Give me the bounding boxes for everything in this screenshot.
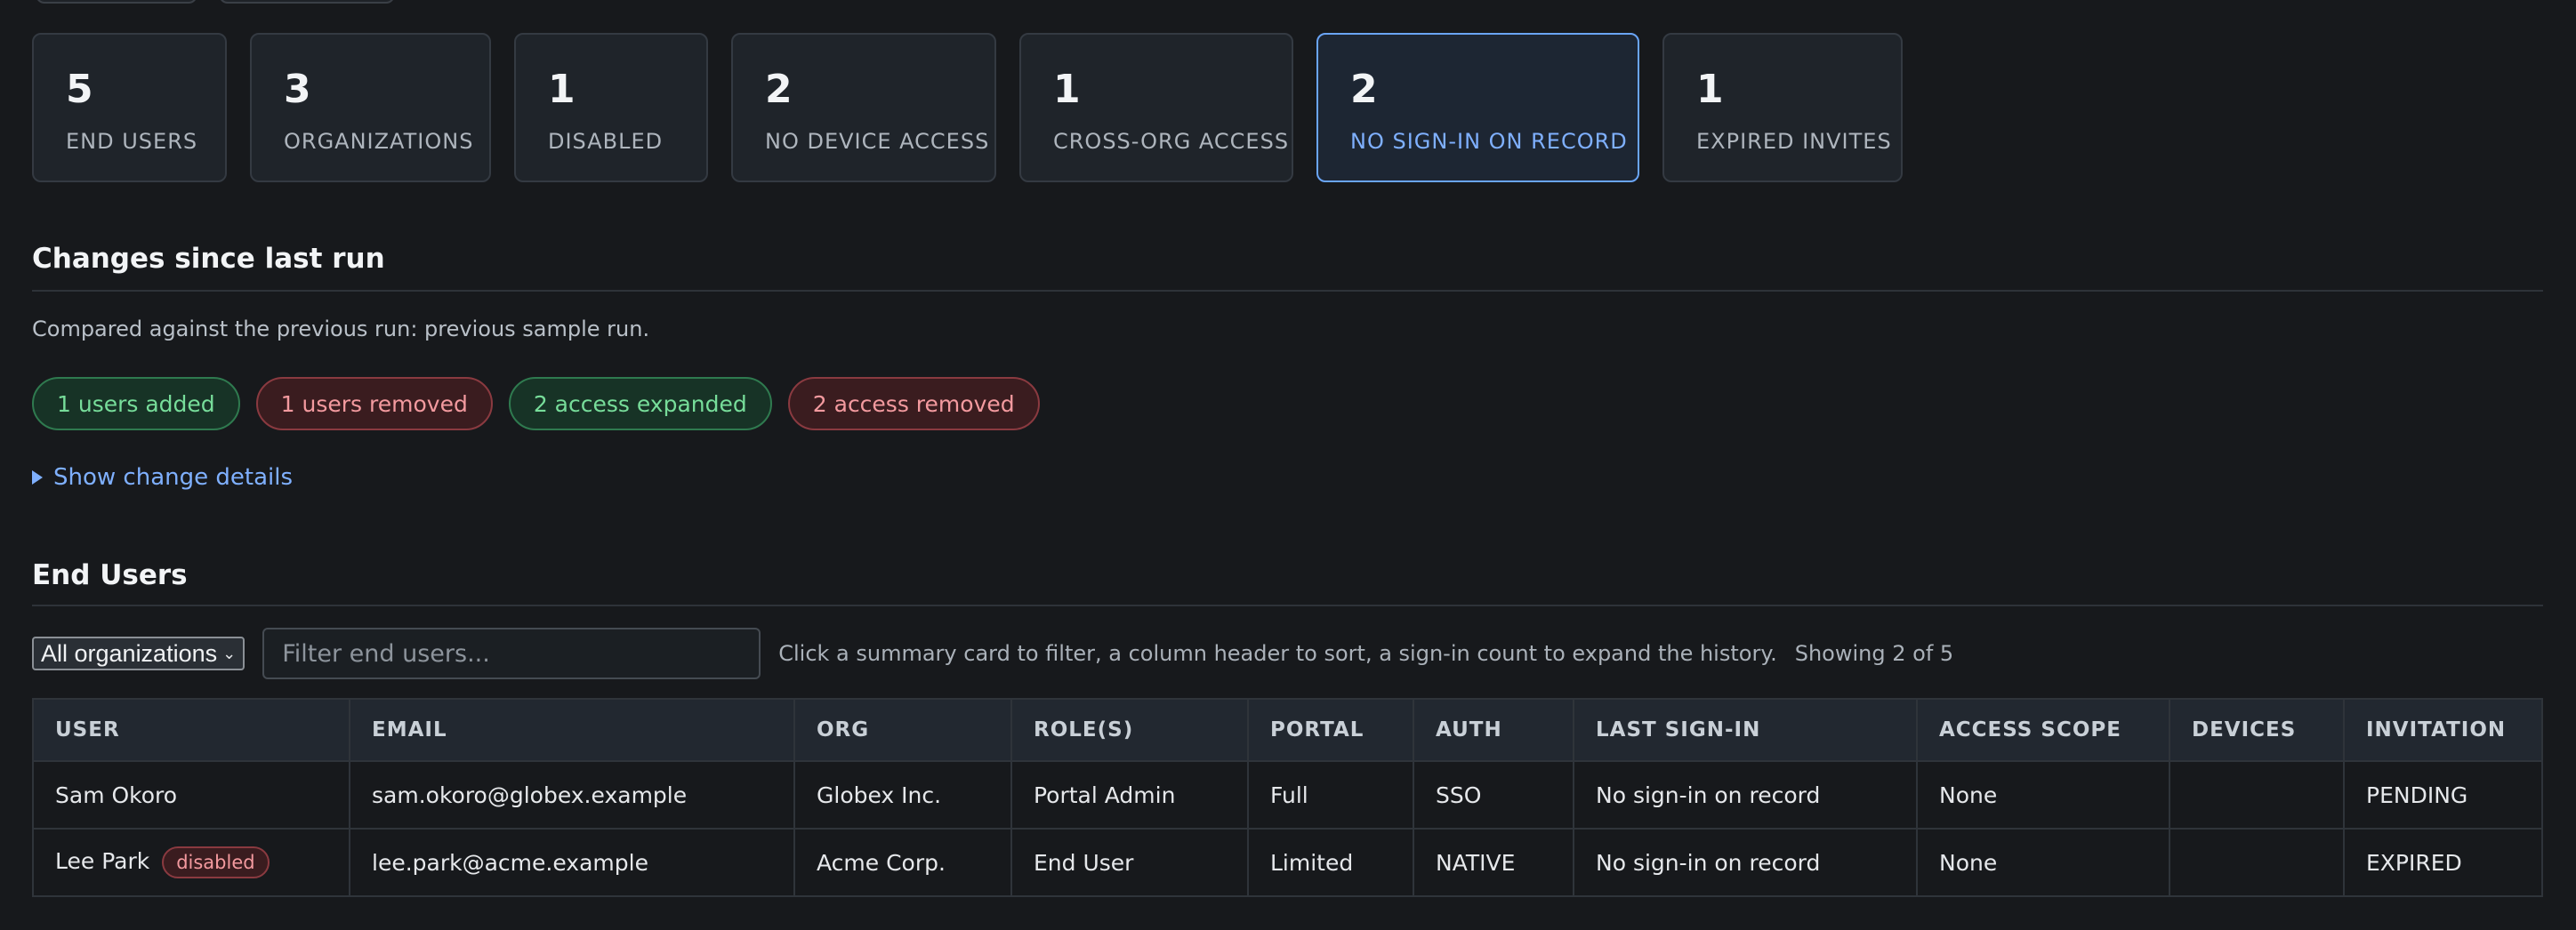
user-name: Sam Okoro — [55, 782, 178, 808]
card-label: DISABLED — [548, 129, 664, 154]
app-page: 5 END USERS 3 ORGANIZATIONS 1 DISABLED 2… — [0, 0, 2576, 930]
pill-users-added[interactable]: 1 users added — [32, 377, 240, 430]
card-value: 1 — [1696, 67, 1724, 112]
card-expired-invites[interactable]: 1 EXPIRED INVITES — [1662, 33, 1903, 182]
card-label: NO DEVICE ACCESS — [765, 129, 990, 154]
filter-input[interactable] — [262, 628, 761, 679]
col-header-roles[interactable]: ROLE(S) — [1010, 698, 1249, 762]
cell-portal: Limited — [1247, 828, 1414, 897]
cell-user: Sam Okoro — [32, 760, 350, 830]
chevron-down-icon: ⌄ — [222, 644, 237, 662]
changes-title: Changes since last run — [32, 243, 385, 275]
col-header-portal[interactable]: PORTAL — [1247, 698, 1414, 762]
disclosure-triangle-icon — [32, 470, 43, 485]
cell-portal: Full — [1247, 760, 1414, 830]
cell-devices — [2169, 828, 2345, 897]
changes-description: Compared against the previous run: previ… — [32, 317, 650, 341]
toolbar-button[interactable] — [36, 0, 197, 4]
cell-auth: NATIVE — [1413, 828, 1574, 897]
cell-org: Acme Corp. — [793, 828, 1012, 897]
col-header-email[interactable]: EMAIL — [349, 698, 795, 762]
status-badge: disabled — [162, 846, 270, 878]
card-disabled[interactable]: 1 DISABLED — [514, 33, 708, 182]
col-header-last-sign-in[interactable]: LAST SIGN-IN — [1573, 698, 1918, 762]
summary-cards: 5 END USERS 3 ORGANIZATIONS 1 DISABLED 2… — [32, 33, 1903, 182]
cell-user: Lee Park disabled — [32, 828, 350, 897]
col-header-access-scope[interactable]: ACCESS SCOPE — [1916, 698, 2170, 762]
cell-access-scope: None — [1916, 760, 2170, 830]
user-name: Lee Park — [55, 848, 150, 874]
top-toolbar-stubs — [36, 0, 395, 4]
cell-invitation: PENDING — [2343, 760, 2543, 830]
card-organizations[interactable]: 3 ORGANIZATIONS — [250, 33, 491, 182]
card-value: 1 — [548, 67, 576, 112]
cell-auth: SSO — [1413, 760, 1574, 830]
col-header-invitation[interactable]: INVITATION — [2343, 698, 2543, 762]
card-label: NO SIGN-IN ON RECORD — [1350, 129, 1628, 154]
org-select-value: All organizations — [41, 639, 218, 667]
details-link-label: Show change details — [53, 464, 293, 491]
card-end-users[interactable]: 5 END USERS — [32, 33, 227, 182]
card-no-device-access[interactable]: 2 NO DEVICE ACCESS — [731, 33, 996, 182]
filter-row: All organizations ⌄ Click a summary card… — [32, 628, 1953, 679]
pill-access-removed[interactable]: 2 access removed — [787, 377, 1040, 430]
cell-email: lee.park@acme.example — [349, 828, 795, 897]
toolbar-button[interactable] — [219, 0, 395, 4]
card-value: 3 — [284, 67, 311, 112]
showing-count: Showing 2 of 5 — [1794, 641, 1954, 666]
end-users-table: USER EMAIL ORG ROLE(S) PORTAL AUTH LAST … — [32, 698, 2543, 897]
card-no-sign-in[interactable]: 2 NO SIGN-IN ON RECORD — [1316, 33, 1639, 182]
card-value: 1 — [1053, 67, 1081, 112]
show-change-details[interactable]: Show change details — [32, 464, 293, 491]
col-header-auth[interactable]: AUTH — [1413, 698, 1574, 762]
cell-invitation: EXPIRED — [2343, 828, 2543, 897]
table-hint: Click a summary card to filter, a column… — [778, 641, 1777, 666]
pill-access-expanded[interactable]: 2 access expanded — [508, 377, 772, 430]
cell-access-scope: None — [1916, 828, 2170, 897]
cell-org: Globex Inc. — [793, 760, 1012, 830]
change-pills: 1 users added 1 users removed 2 access e… — [32, 377, 1040, 430]
cell-roles: Portal Admin — [1010, 760, 1249, 830]
col-header-user[interactable]: USER — [32, 698, 350, 762]
table-row: Sam Okoro sam.okoro@globex.example Globe… — [32, 760, 2543, 830]
org-select[interactable]: All organizations ⌄ — [32, 637, 246, 670]
card-value: 5 — [66, 67, 93, 112]
end-users-title: End Users — [32, 559, 188, 591]
card-value: 2 — [765, 67, 793, 112]
col-header-org[interactable]: ORG — [793, 698, 1012, 762]
col-header-devices[interactable]: DEVICES — [2169, 698, 2345, 762]
table-header-row: USER EMAIL ORG ROLE(S) PORTAL AUTH LAST … — [32, 698, 2543, 762]
card-label: EXPIRED INVITES — [1696, 129, 1892, 154]
divider — [32, 605, 2543, 606]
card-value: 2 — [1350, 67, 1378, 112]
card-label: CROSS-ORG ACCESS — [1053, 129, 1290, 154]
card-label: ORGANIZATIONS — [284, 129, 474, 154]
cell-roles: End User — [1010, 828, 1249, 897]
cell-devices — [2169, 760, 2345, 830]
table-row: Lee Park disabled lee.park@acme.example … — [32, 828, 2543, 897]
cell-last-sign-in: No sign-in on record — [1573, 828, 1918, 897]
cell-email: sam.okoro@globex.example — [349, 760, 795, 830]
pill-users-removed[interactable]: 1 users removed — [255, 377, 493, 430]
card-cross-org-access[interactable]: 1 CROSS-ORG ACCESS — [1019, 33, 1293, 182]
divider — [32, 290, 2543, 292]
cell-last-sign-in: No sign-in on record — [1573, 760, 1918, 830]
card-label: END USERS — [66, 129, 198, 154]
